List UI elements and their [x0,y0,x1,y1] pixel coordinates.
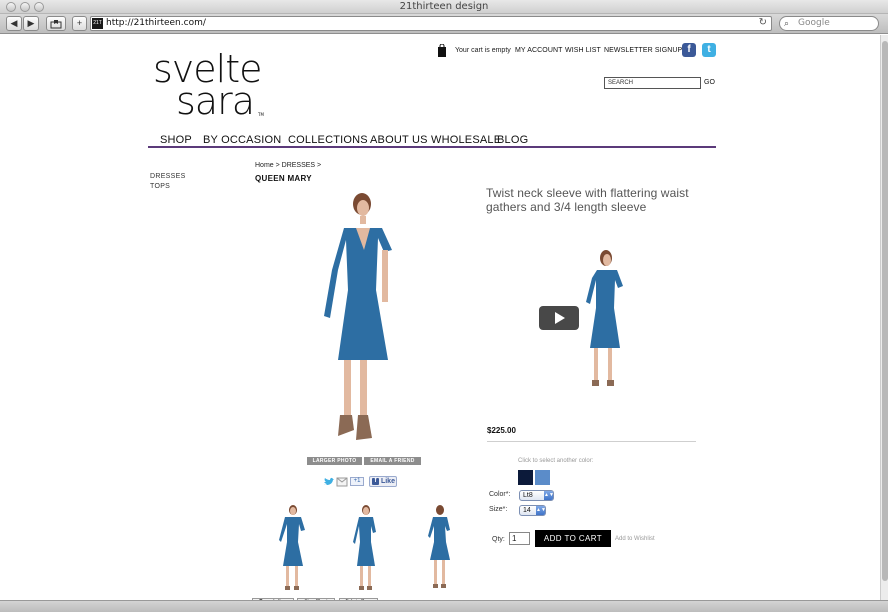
product-title: QUEEN MARY [255,174,312,183]
select-arrow-icon: ▲▼ [544,491,554,500]
size-select-value: 14 [523,507,531,514]
site-favicon: 21T [92,18,103,29]
wish-list-link[interactable]: WISH LIST [565,47,601,54]
size-label: Size*: [489,506,508,513]
logo-word-2: sara [176,79,254,118]
plus-one-button[interactable]: +1 [350,477,364,486]
address-bar[interactable]: 21T http://21thirteen.com/ ↻ [90,16,772,31]
thumbnail-front[interactable] [265,502,315,594]
my-account-link[interactable]: MY ACCOUNT [515,47,563,54]
nav-collections[interactable]: COLLECTIONS [288,134,368,146]
add-to-wishlist-link[interactable]: Add to Wishlist [615,536,655,542]
nav-by-occasion[interactable]: BY OCCASION [203,134,281,146]
qty-label: Qty: [492,536,505,543]
shopping-bag-icon[interactable] [438,44,446,57]
product-description: Twist neck sleeve with flattering waist … [486,186,689,214]
logo-tm: TM [257,112,264,117]
newsletter-signup-link[interactable]: NEWSLETTER SIGNUP [604,47,682,54]
window-titlebar: 21thirteen design [0,0,888,14]
color-hint: Click to select another color: [518,458,594,464]
main-nav: SHOP BY OCCASION COLLECTIONS ABOUT US WH… [148,134,716,148]
main-product-photo[interactable] [300,190,430,455]
thumbnail-side[interactable] [340,502,390,594]
add-to-cart-button[interactable]: ADD TO CART [535,530,611,547]
search-go-button[interactable]: GO [704,79,715,86]
facebook-icon: f [372,478,379,485]
email-share-icon[interactable] [336,477,348,487]
price-divider [487,441,696,442]
nav-blog[interactable]: BLOG [497,134,528,146]
reload-icon[interactable]: ↻ [759,17,767,28]
color-select-value: Lt8 [523,492,533,499]
nav-wholesale[interactable]: WHOLESALE [431,134,501,146]
vertical-scrollbar[interactable] [880,35,888,600]
color-swatch-blue[interactable] [535,470,550,485]
add-bookmark-button[interactable]: + [72,16,87,31]
bookmarks-button[interactable] [46,16,66,31]
forward-button[interactable]: ▶ [23,16,39,31]
email-friend-button[interactable]: EMAIL A FRIEND [364,457,421,465]
breadcrumb[interactable]: Home > DRESSES > [255,162,321,169]
brand-logo[interactable]: svelte sara TM [150,47,272,123]
larger-photo-button[interactable]: LARGER PHOTO [307,457,362,465]
product-video-frame[interactable] [580,248,630,392]
facebook-like-button[interactable]: f Like [369,476,397,487]
browser-search-field[interactable]: ⌕ Google [779,16,879,31]
status-bar [0,600,888,612]
site-search-input[interactable]: SEARCH [604,77,701,89]
nav-shop[interactable]: SHOP [160,134,192,146]
category-dresses[interactable]: DRESSES [150,173,186,180]
cart-status[interactable]: Your cart is empty [455,47,511,54]
color-select[interactable]: Lt8 ▲▼ [519,490,554,501]
magnifier-icon: ⌕ [784,18,790,28]
thumbnail-back[interactable] [416,502,466,594]
twitter-share-icon[interactable] [323,477,335,487]
size-select[interactable]: 14 ▲▼ [519,505,546,516]
color-label: Color*: [489,491,511,498]
qty-input[interactable]: 1 [509,532,530,545]
category-tops[interactable]: TOPS [150,183,170,190]
select-arrow-icon: ▲▼ [536,506,546,515]
facebook-icon[interactable]: f [682,43,696,57]
color-swatch-navy[interactable] [518,470,533,485]
back-button[interactable]: ◀ [6,16,22,31]
url-text[interactable]: http://21thirteen.com/ [106,18,206,28]
product-price: $225.00 [487,426,516,435]
nav-about-us[interactable]: ABOUT US [370,134,428,146]
play-icon [555,312,565,324]
window-title: 21thirteen design [399,1,489,12]
browser-search-placeholder: Google [798,18,830,28]
video-play-button[interactable] [539,306,579,330]
scrollbar-thumb[interactable] [882,41,888,581]
bookmark-icon [50,20,62,29]
twitter-icon[interactable]: t [702,43,716,57]
like-label: Like [380,478,395,485]
browser-toolbar: ◀ ▶ + 21T http://21thirteen.com/ ↻ ⌕ Goo… [0,14,888,34]
